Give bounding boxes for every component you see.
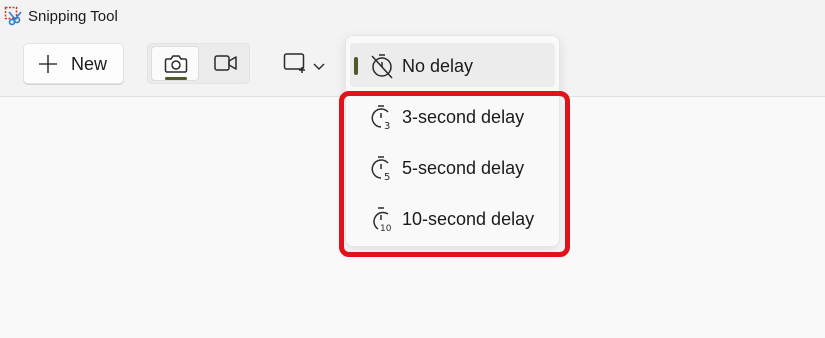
svg-text:3: 3 bbox=[384, 121, 390, 130]
delay-option-label: 10-second delay bbox=[402, 209, 535, 229]
delay-option-label: No delay bbox=[402, 56, 474, 76]
timer-5-icon: 5 bbox=[370, 155, 394, 183]
selected-indicator bbox=[354, 57, 358, 75]
delay-option-5s[interactable]: 5 5-second delay bbox=[350, 145, 555, 189]
new-snip-button[interactable]: New bbox=[23, 43, 124, 84]
snip-mode-button[interactable] bbox=[151, 46, 199, 81]
delay-option-label: 3-second delay bbox=[402, 107, 525, 127]
svg-text:10: 10 bbox=[380, 224, 392, 232]
capture-mode-toggle bbox=[147, 43, 250, 84]
snipping-tool-icon bbox=[4, 6, 24, 26]
plus-icon bbox=[38, 54, 58, 74]
timer-3-icon: 3 bbox=[370, 104, 394, 132]
title-bar: Snipping Tool bbox=[0, 0, 825, 34]
selected-mode-indicator bbox=[165, 77, 187, 80]
delay-option-10s[interactable]: 10 10-second delay bbox=[350, 196, 555, 240]
new-button-label: New bbox=[71, 54, 108, 74]
snip-shape-dropdown[interactable] bbox=[277, 44, 333, 82]
delay-menu: No delay 3 3-second delay 5 5-second del… bbox=[345, 35, 560, 247]
rectangle-snip-icon bbox=[283, 52, 309, 79]
delay-option-3s[interactable]: 3 3-second delay bbox=[350, 94, 555, 138]
timer-10-icon: 10 bbox=[370, 206, 394, 234]
svg-text:5: 5 bbox=[384, 172, 390, 181]
app-title: Snipping Tool bbox=[28, 8, 118, 25]
timer-off-icon bbox=[370, 53, 394, 79]
delay-option-none[interactable]: No delay bbox=[350, 43, 555, 87]
delay-option-label: 5-second delay bbox=[402, 158, 525, 178]
chevron-down-icon bbox=[313, 58, 325, 76]
record-mode-button[interactable] bbox=[202, 46, 248, 81]
